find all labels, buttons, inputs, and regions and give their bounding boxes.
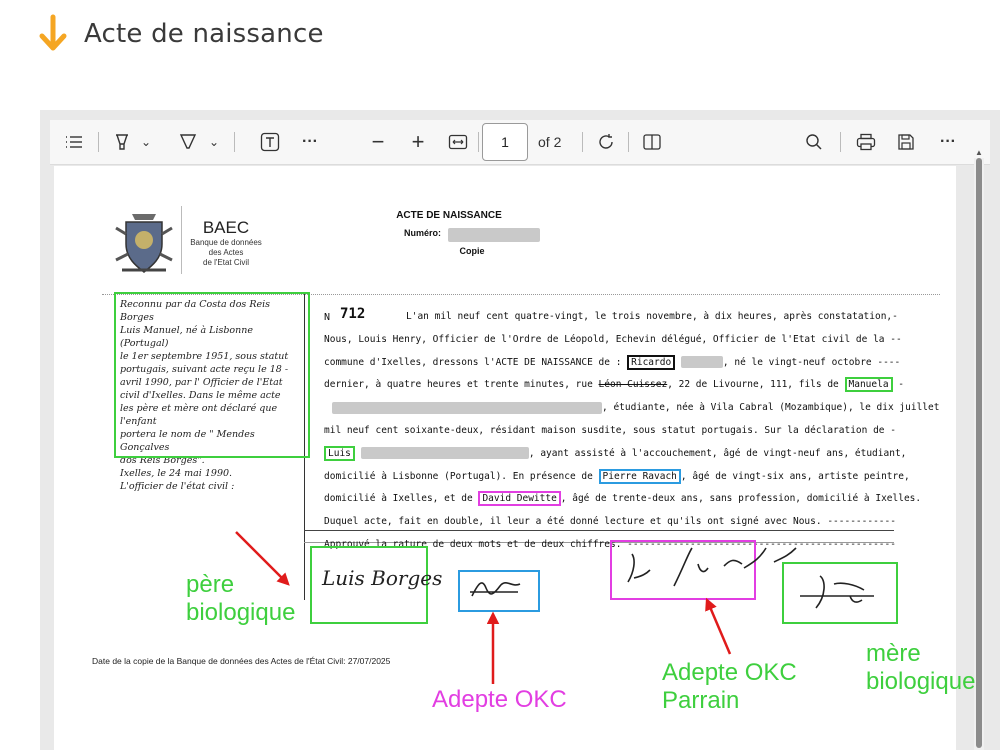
highlight-david-dewitte: David Dewitte xyxy=(478,491,561,507)
page-header: Acte de naissance xyxy=(38,14,324,54)
search-icon[interactable] xyxy=(800,120,828,164)
pdf-page: BAEC Banque de données des Actes de l'Etat… xyxy=(54,166,956,756)
print-icon[interactable] xyxy=(852,120,880,164)
draw-icon[interactable] xyxy=(174,120,202,164)
signature-ravach xyxy=(470,582,521,597)
highlight-pierre-ravach: Pierre Ravach xyxy=(598,468,681,484)
save-icon[interactable] xyxy=(892,120,920,164)
scrollbar-thumb[interactable] xyxy=(976,158,982,748)
signature-mere xyxy=(800,575,874,609)
two-page-icon[interactable] xyxy=(638,120,666,164)
document-title: ACTE DE NAISSANCE xyxy=(396,210,502,221)
redacted-number xyxy=(448,228,540,242)
more-options-icon[interactable]: ··· xyxy=(934,120,962,164)
zoom-in-icon[interactable]: + xyxy=(404,120,432,164)
coat-of-arms-logo xyxy=(115,214,173,273)
org-subtitle: Banque de données des Actes de l'Etat Civi… xyxy=(190,238,262,267)
text-icon[interactable] xyxy=(256,120,284,164)
pdf-toolbar: ⌄ ⌄ ··· − + 1 of 2 ··· xyxy=(50,120,990,165)
zoom-out-icon[interactable]: − xyxy=(364,120,392,164)
highlight-ricardo: Ricardo xyxy=(627,354,676,370)
scrollbar[interactable]: ▲ xyxy=(974,148,984,750)
page-total: of 2 xyxy=(538,134,562,150)
draw-dropdown-chevron-icon[interactable]: ⌄ xyxy=(206,120,222,164)
highlight-dropdown-chevron-icon[interactable]: ⌄ xyxy=(138,120,154,164)
org-name: BAEC xyxy=(202,218,250,237)
page-title: Acte de naissance xyxy=(84,19,324,49)
pdf-viewer: ⌄ ⌄ ··· − + 1 of 2 ··· ▲ BAEC Banque de … xyxy=(40,110,1000,756)
annotation-adepte: Adepte OKC xyxy=(432,686,567,713)
fit-width-icon[interactable] xyxy=(444,120,472,164)
more-tools-icon[interactable]: ··· xyxy=(296,120,324,164)
annotation-adepte-parrain: Adepte OKC Parrain xyxy=(662,659,797,714)
contents-icon[interactable] xyxy=(60,120,88,164)
signature-pere: Luis Borges xyxy=(322,566,443,590)
numero-label: Numéro: xyxy=(404,228,442,238)
highlight-icon[interactable] xyxy=(108,120,136,164)
copy-date: Date de la copie de la Banque de données… xyxy=(92,656,391,666)
down-arrow-icon xyxy=(39,14,67,51)
highlight-luis: Luis xyxy=(324,445,355,461)
annotation-pere: père biologique xyxy=(186,571,296,626)
signature-dewitte xyxy=(627,547,797,587)
copie-label: Copie xyxy=(459,246,485,256)
page-number-input[interactable]: 1 xyxy=(482,123,528,161)
rotate-icon[interactable] xyxy=(592,120,620,164)
act-body: L'an mil neuf cent quatre-vingt, le troi… xyxy=(324,311,940,550)
highlight-manuela: Manuela xyxy=(844,377,893,393)
margin-note-highlight xyxy=(114,292,310,458)
annotation-mere: mère biologique xyxy=(866,640,976,695)
